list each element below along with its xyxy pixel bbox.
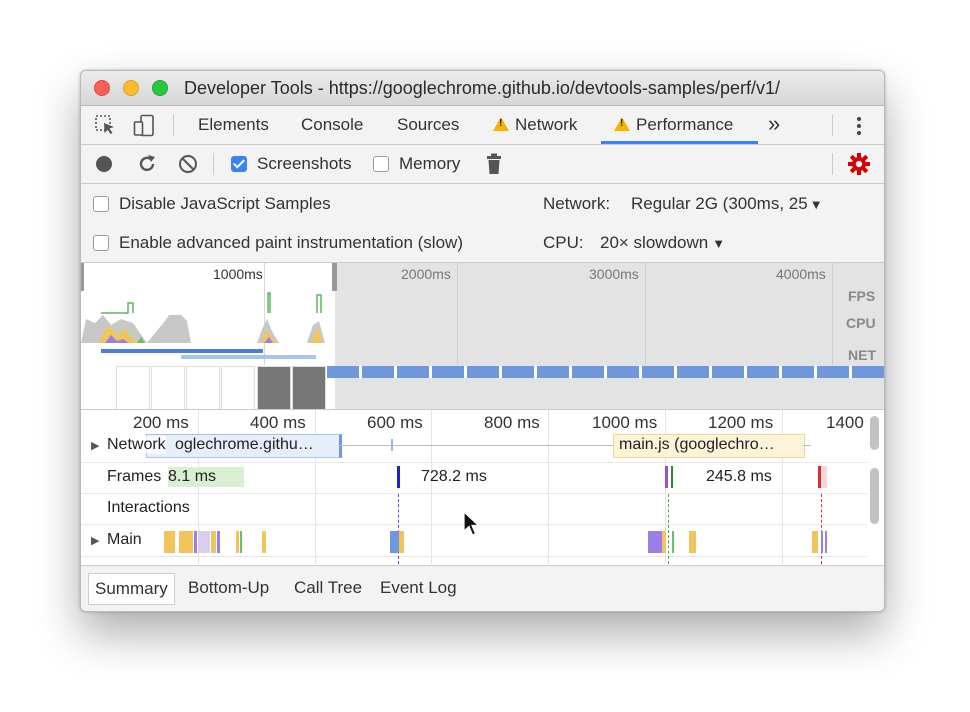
tab-bottom-up[interactable]: Bottom-Up (182, 573, 275, 603)
advanced-paint-label: Enable advanced paint instrumentation (s… (119, 233, 463, 252)
record-icon[interactable] (96, 156, 112, 172)
tab-elements[interactable]: Elements (198, 115, 269, 135)
tab-performance[interactable]: Performance (614, 115, 733, 135)
overview-tick: 3000ms (589, 266, 639, 282)
capture-settings-pane: Disable JavaScript Samples Network: Regu… (81, 184, 884, 263)
dropdown-arrow-icon: ▼ (712, 236, 726, 251)
inspect-element-icon[interactable] (95, 115, 117, 142)
network-bar[interactable]: oglechrome.githu… (146, 434, 342, 458)
warning-icon (493, 117, 509, 131)
tab-sources[interactable]: Sources (397, 115, 459, 135)
maximize-window-button[interactable] (152, 80, 168, 96)
overview-tick: 4000ms (776, 266, 826, 282)
ruler-tick: 600 ms (367, 413, 423, 432)
ruler-scrollbar-thumb[interactable] (870, 416, 879, 450)
close-window-button[interactable] (94, 80, 110, 96)
mouse-cursor-icon (463, 510, 481, 542)
tab-network[interactable]: Network (493, 115, 577, 135)
frames-track-label[interactable]: Frames (107, 468, 161, 486)
warning-icon (614, 117, 630, 131)
window-title: Developer Tools - https://googlechrome.g… (184, 78, 780, 98)
active-tab-indicator (601, 141, 758, 144)
selection-handle-left[interactable] (81, 263, 84, 291)
devtools-window: Developer Tools - https://googlechrome.g… (80, 70, 885, 612)
tab-console[interactable]: Console (301, 115, 363, 135)
overview-tick: 2000ms (401, 266, 451, 282)
selection-handle-right[interactable] (332, 263, 337, 291)
panel-tab-bar: Elements Console Sources Network Perform… (81, 106, 884, 145)
disable-js-samples-label: Disable JavaScript Samples (119, 194, 331, 213)
capture-settings-gear-icon[interactable] (848, 153, 870, 180)
tab-network-label: Network (515, 115, 578, 134)
net-lane-label: NET (848, 347, 876, 363)
network-throttle-select[interactable]: Regular 2G (300ms, 25 ▼ (631, 194, 823, 214)
cpu-throttle-label: CPU: (543, 233, 584, 252)
memory-checkbox[interactable] (373, 156, 389, 172)
collect-garbage-icon[interactable] (486, 153, 502, 180)
cpu-throttle-select[interactable]: 20× slowdown ▼ (600, 233, 725, 253)
ruler-tick: 1200 ms (708, 413, 774, 432)
reload-record-icon[interactable] (136, 153, 158, 180)
cpu-lane-label: CPU (846, 315, 876, 331)
flame-chart[interactable]: 200 ms 400 ms 600 ms 800 ms 1000 ms 1200… (81, 410, 884, 564)
tracks-scrollbar-thumb[interactable] (870, 468, 879, 524)
frame-duration: 8.1 ms (168, 468, 217, 485)
more-tabs-button[interactable]: » (768, 111, 780, 137)
title-bar: Developer Tools - https://googlechrome.g… (81, 71, 884, 106)
network-throttle-value: Regular 2G (300ms, 25 (631, 194, 808, 213)
ruler-tick: 200 ms (133, 413, 189, 432)
frame-duration: 728.2 ms (421, 468, 487, 485)
timeline-overview[interactable]: 1000ms 2000ms 3000ms 4000ms FPS CPU NET (81, 263, 884, 410)
interactions-track-label[interactable]: Interactions (107, 499, 190, 517)
tab-summary[interactable]: Summary (88, 573, 175, 605)
ruler-tick: 1000 ms (592, 413, 658, 432)
details-tab-bar: Summary Bottom-Up Call Tree Event Log (81, 565, 884, 611)
device-toolbar-icon[interactable] (133, 114, 155, 143)
minimize-window-button[interactable] (123, 80, 139, 96)
ruler-tick: 1400 (826, 413, 864, 432)
dropdown-arrow-icon: ▼ (809, 197, 823, 212)
tab-performance-label: Performance (636, 115, 734, 134)
ruler-tick: 400 ms (250, 413, 306, 432)
network-bar-label: oglechrome.githu… (175, 436, 314, 453)
expand-arrow-icon[interactable]: ▶ (91, 439, 99, 452)
network-track-label[interactable]: Network (107, 436, 166, 454)
memory-label: Memory (399, 154, 461, 173)
fps-lane-label: FPS (848, 288, 876, 304)
screenshots-label: Screenshots (257, 154, 352, 173)
screenshots-checkbox[interactable] (231, 156, 247, 172)
customize-menu-icon[interactable] (856, 116, 862, 141)
tab-call-tree[interactable]: Call Tree (288, 573, 368, 603)
network-bar[interactable]: main.js (googlechro… (613, 434, 805, 458)
advanced-paint-checkbox[interactable] (93, 235, 109, 251)
screenshot-filmstrip (81, 365, 884, 409)
main-track-label[interactable]: Main (107, 531, 142, 549)
network-bar-label: main.js (googlechro… (619, 436, 775, 453)
expand-arrow-icon[interactable]: ▶ (91, 534, 99, 547)
cpu-throttle-value: 20× slowdown (600, 233, 709, 252)
performance-toolbar: Screenshots Memory (81, 145, 884, 184)
ruler-tick: 800 ms (484, 413, 540, 432)
overview-activity-chart (81, 292, 325, 359)
network-throttle-label: Network: (543, 194, 611, 213)
clear-icon[interactable] (178, 154, 198, 179)
frame-duration: 245.8 ms (706, 468, 772, 485)
tab-event-log[interactable]: Event Log (374, 573, 463, 603)
disable-js-samples-checkbox[interactable] (93, 196, 109, 212)
